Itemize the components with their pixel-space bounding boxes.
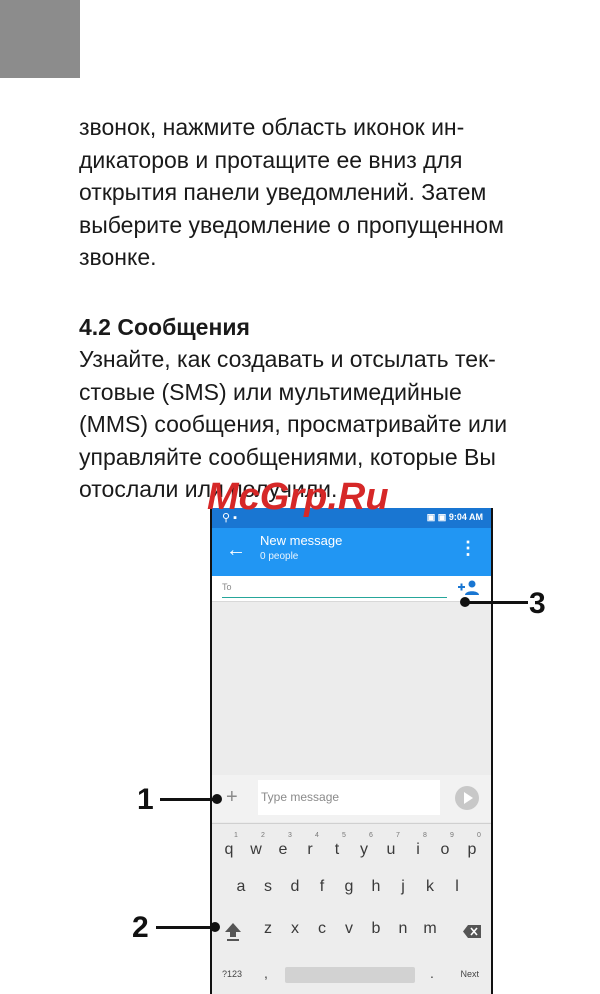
key-w[interactable]: w xyxy=(243,841,269,859)
shift-icon[interactable] xyxy=(224,922,242,942)
key-u[interactable]: u xyxy=(378,841,404,859)
add-contact-icon[interactable] xyxy=(457,579,481,597)
key-a[interactable]: a xyxy=(228,878,254,896)
overflow-menu-icon[interactable]: ⋮ xyxy=(459,538,477,559)
keyboard-row-1: 1 2 3 4 5 6 7 8 9 0 q w e r t y u i o p xyxy=(212,832,491,867)
key-k[interactable]: k xyxy=(417,878,443,896)
key-j[interactable]: j xyxy=(390,878,416,896)
callout-number-3: 3 xyxy=(529,587,546,620)
comma-key[interactable]: , xyxy=(264,965,268,981)
key-d[interactable]: d xyxy=(282,878,308,896)
key-v[interactable]: v xyxy=(336,920,362,938)
key-p[interactable]: p xyxy=(459,841,485,859)
key-e[interactable]: e xyxy=(270,841,296,859)
message-input[interactable]: Type message xyxy=(258,780,440,815)
period-key[interactable]: . xyxy=(430,965,434,981)
key-c[interactable]: c xyxy=(309,920,335,938)
callout-dot-1 xyxy=(212,794,222,804)
callout-line-1 xyxy=(160,798,216,801)
back-arrow-icon[interactable]: ← xyxy=(226,538,246,562)
status-right: ▣ ▣ 9:04 AM xyxy=(426,512,483,522)
callout-number-2: 2 xyxy=(132,911,149,944)
callout-line-3 xyxy=(466,601,528,604)
key-n[interactable]: n xyxy=(390,920,416,938)
app-bar: ← New message 0 people ⋮ xyxy=(212,528,491,576)
key-h[interactable]: h xyxy=(363,878,389,896)
keyboard-row-bottom: ?123 , . Next xyxy=(212,961,491,987)
key-i[interactable]: i xyxy=(405,841,431,859)
keyboard-row-3: z x c v b n m xyxy=(212,920,491,946)
key-l[interactable]: l xyxy=(444,878,470,896)
key-f[interactable]: f xyxy=(309,878,335,896)
app-subtitle: 0 people xyxy=(260,551,299,562)
callout-line-2 xyxy=(156,926,216,929)
section-tab-marker xyxy=(0,0,80,78)
key-y[interactable]: y xyxy=(351,841,377,859)
key-t[interactable]: t xyxy=(324,841,350,859)
key-x[interactable]: x xyxy=(282,920,308,938)
conversation-area xyxy=(212,601,491,774)
key-g[interactable]: g xyxy=(336,878,362,896)
next-key[interactable]: Next xyxy=(460,969,479,979)
backspace-icon[interactable] xyxy=(463,925,481,938)
key-q[interactable]: q xyxy=(216,841,242,859)
watermark-logo: McGrp.Ru xyxy=(207,476,389,518)
attach-plus-icon[interactable]: + xyxy=(226,786,238,808)
callout-dot-2 xyxy=(210,922,220,932)
composer-bar: + Type message xyxy=(212,775,491,822)
to-input[interactable]: To xyxy=(222,582,232,592)
keyboard-row-2: a s d f g h j k l xyxy=(212,878,491,904)
key-m[interactable]: m xyxy=(417,920,443,938)
space-key[interactable] xyxy=(285,967,415,983)
soft-keyboard: 1 2 3 4 5 6 7 8 9 0 q w e r t y u i o p … xyxy=(212,823,491,994)
callout-number-1: 1 xyxy=(137,783,154,816)
key-z[interactable]: z xyxy=(255,920,281,938)
symbols-key[interactable]: ?123 xyxy=(222,969,242,979)
key-s[interactable]: s xyxy=(255,878,281,896)
section-heading: 4.2 Сообщения xyxy=(79,314,250,340)
to-underline xyxy=(222,597,447,598)
key-o[interactable]: o xyxy=(432,841,458,859)
app-title: New message xyxy=(260,533,343,548)
recipient-row: To xyxy=(212,576,491,601)
send-button[interactable] xyxy=(455,786,479,810)
phone-screenshot: ⚲ ▪ ▣ ▣ 9:04 AM ← New message 0 people ⋮… xyxy=(210,508,493,994)
paragraph-missed-call: звонок, нажмите область иконок ин- дикат… xyxy=(79,114,504,270)
key-b[interactable]: b xyxy=(363,920,389,938)
key-r[interactable]: r xyxy=(297,841,323,859)
